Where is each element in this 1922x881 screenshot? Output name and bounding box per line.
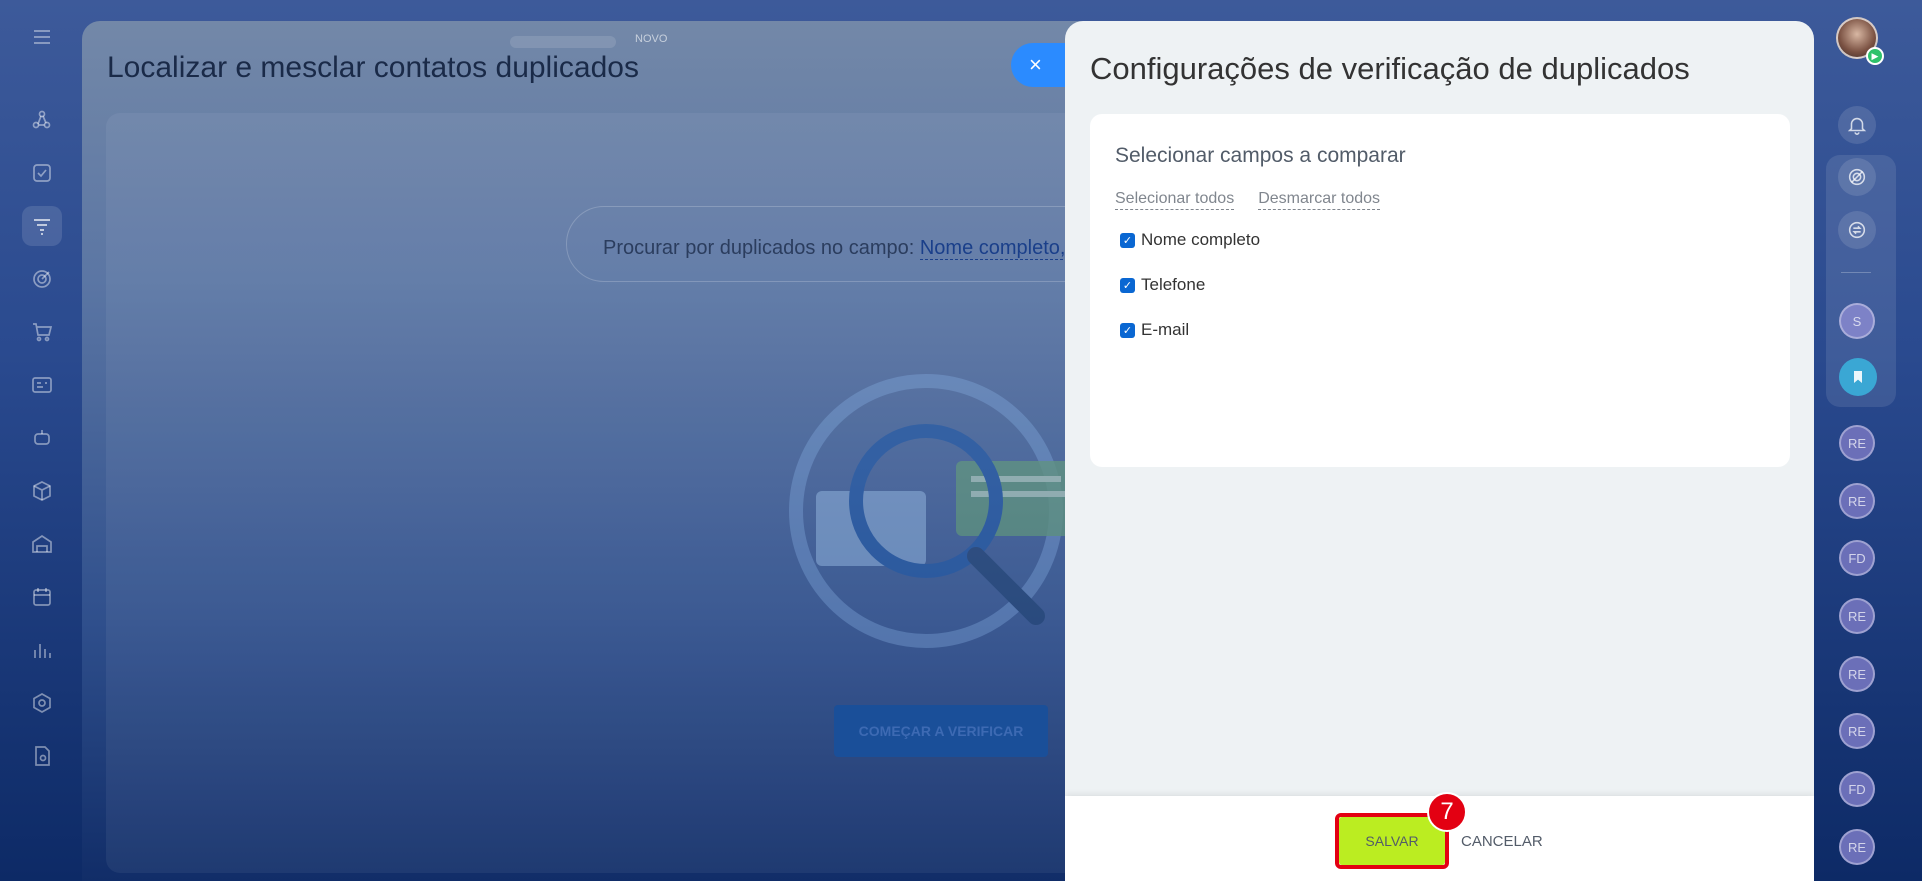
checkbox-full-name[interactable]: ✓ [1120, 232, 1135, 248]
filter-icon[interactable] [22, 206, 62, 246]
field-option-full-name[interactable]: ✓ Nome completo [1120, 230, 1260, 250]
crm-icon[interactable] [22, 100, 62, 140]
duplicate-field-search[interactable]: Procurar por duplicados no campo: Nome c… [566, 206, 1126, 282]
field-label: Nome completo [1141, 230, 1261, 249]
top-tag [510, 36, 616, 48]
checkbox-email[interactable]: ✓ [1120, 322, 1135, 338]
background-card: Procurar por duplicados no campo: Nome c… [106, 113, 1166, 873]
top-label: NOVO [635, 33, 668, 45]
field-label: E-mail [1141, 320, 1190, 339]
contact-avatar[interactable]: RE [1839, 829, 1875, 865]
selection-links: Selecionar todos Desmarcar todos [1115, 190, 1381, 210]
bell-icon[interactable] [1838, 106, 1876, 144]
panel-footer: SALVAR CANCELAR 7 [1065, 792, 1814, 881]
cancel-button[interactable]: CANCELAR [1461, 817, 1543, 865]
box-icon[interactable] [22, 471, 62, 511]
chat-sync-icon[interactable] [1838, 211, 1876, 249]
contact-avatar[interactable]: RE [1839, 656, 1875, 692]
contact-avatar[interactable]: RE [1839, 425, 1875, 461]
cart-icon[interactable] [22, 312, 62, 352]
field-option-email[interactable]: ✓ E-mail [1120, 320, 1189, 340]
search-field-link[interactable]: Nome completo, T [919, 237, 1083, 260]
checkbox-phone[interactable]: ✓ [1120, 277, 1135, 293]
calendar-icon[interactable] [22, 577, 62, 617]
target-icon[interactable] [22, 259, 62, 299]
hexagon-icon[interactable] [22, 683, 62, 723]
background-page: NOVO Localizar e mesclar contatos duplic… [82, 21, 1182, 881]
menu-icon[interactable] [22, 17, 62, 57]
start-check-button[interactable]: COMEÇAR A VERIFICAR [834, 705, 1048, 757]
robot-icon[interactable] [22, 418, 62, 458]
warehouse-icon[interactable] [22, 524, 62, 564]
document-settings-icon[interactable] [22, 736, 62, 776]
bookmark-icon[interactable] [1839, 358, 1877, 396]
support-target-icon[interactable] [1838, 158, 1876, 196]
analytics-icon[interactable] [22, 630, 62, 670]
step-badge: 7 [1427, 792, 1467, 832]
contact-avatar[interactable]: RE [1839, 598, 1875, 634]
close-icon: × [1029, 52, 1042, 77]
contact-avatar[interactable]: FD [1839, 540, 1875, 576]
contact-avatar[interactable]: RE [1839, 483, 1875, 519]
fields-heading: Selecionar campos a comparar [1115, 144, 1406, 167]
left-sidebar [0, 0, 82, 881]
select-all-link[interactable]: Selecionar todos [1115, 190, 1235, 210]
tasks-icon[interactable] [22, 153, 62, 193]
deselect-all-link[interactable]: Desmarcar todos [1258, 190, 1381, 210]
settings-panel: Configurações de verificação de duplicad… [1065, 21, 1814, 881]
field-option-phone[interactable]: ✓ Telefone [1120, 275, 1205, 295]
search-prefix: Procurar por duplicados no campo: [603, 237, 915, 259]
save-button[interactable]: SALVAR [1339, 817, 1445, 865]
field-label: Telefone [1141, 275, 1206, 294]
page-title: Localizar e mesclar contatos duplicados [107, 51, 639, 84]
contact-avatar[interactable]: S [1839, 303, 1875, 339]
play-status-icon: ▶ [1866, 47, 1884, 65]
fields-card: Selecionar campos a comparar Selecionar … [1090, 114, 1790, 467]
contact-avatar[interactable]: RE [1839, 713, 1875, 749]
close-panel-button[interactable]: × [1011, 43, 1071, 87]
panel-title: Configurações de verificação de duplicad… [1090, 51, 1690, 86]
card-icon[interactable] [22, 365, 62, 405]
contact-avatar[interactable]: FD [1839, 771, 1875, 807]
rail-divider [1841, 272, 1871, 273]
